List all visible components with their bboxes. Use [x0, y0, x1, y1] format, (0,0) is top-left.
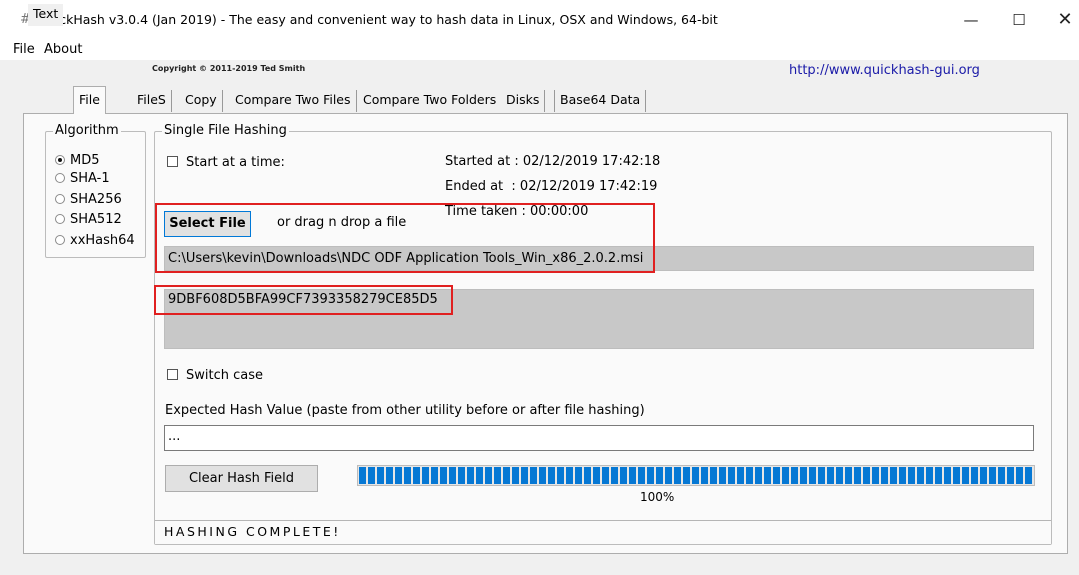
file-path-field[interactable]: C:\Users\kevin\Downloads\NDC ODF Applica… [164, 246, 1034, 271]
hash-result-field[interactable]: 9DBF608D5BFA99CF7393358279CE85D5 [164, 289, 1034, 349]
tab-compare-two-folders[interactable]: Compare Two Folders [358, 90, 503, 112]
copyright-text: Copyright © 2011-2019 Ted Smith [152, 64, 306, 73]
status-text: HASHING COMPLETE! [164, 524, 341, 539]
radio-unselected-icon[interactable] [55, 194, 65, 204]
clear-hash-field-button[interactable]: Clear Hash Field [165, 465, 318, 492]
ended-at-text: Ended at : 02/12/2019 17:42:19 [445, 179, 658, 194]
started-at-text: Started at : 02/12/2019 17:42:18 [445, 154, 661, 169]
radio-xxhash64[interactable]: xxHash64 [55, 233, 135, 249]
radio-label: xxHash64 [70, 233, 135, 248]
minimize-button[interactable]: — [956, 8, 986, 32]
radio-selected-icon[interactable] [55, 155, 65, 165]
menu-bar: File About [0, 40, 1079, 60]
progress-fill [359, 467, 1033, 484]
expected-hash-label: Expected Hash Value (paste from other ut… [165, 403, 645, 418]
start-at-time-checkbox[interactable]: Start at a time: [167, 155, 285, 170]
start-at-time-label: Start at a time: [186, 155, 285, 170]
checkbox-icon[interactable] [167, 156, 178, 167]
window-title: QuickHash v3.0.4 (Jan 2019) - The easy a… [38, 12, 718, 27]
title-bar: # QuickHash v3.0.4 (Jan 2019) - The easy… [0, 0, 1079, 40]
menu-file[interactable]: File [13, 42, 35, 57]
algorithm-legend: Algorithm [53, 123, 121, 138]
expected-hash-input[interactable]: ... [164, 425, 1034, 451]
progress-percent-label: 100% [640, 490, 675, 504]
radio-label: SHA256 [70, 192, 122, 207]
checkbox-icon[interactable] [167, 369, 178, 380]
tab-compare-two-files[interactable]: Compare Two Files [230, 90, 357, 112]
tab-text[interactable]: Text [28, 4, 64, 26]
radio-sha512[interactable]: SHA512 [55, 212, 122, 228]
progress-bar [357, 465, 1035, 486]
tab-disks[interactable]: Disks [501, 90, 546, 112]
tab-base64-data[interactable]: Base64 Data [554, 90, 647, 112]
time-taken-text: Time taken : 00:00:00 [445, 204, 589, 219]
tab-file[interactable]: File [73, 86, 106, 114]
radio-label: SHA512 [70, 212, 122, 227]
radio-label: SHA-1 [70, 171, 110, 186]
tab-files[interactable]: FileS [132, 90, 172, 112]
menu-about[interactable]: About [44, 42, 82, 57]
website-link[interactable]: http://www.quickhash-gui.org [789, 63, 980, 78]
select-file-button[interactable]: Select File [164, 211, 251, 237]
single-file-hashing-legend: Single File Hashing [162, 123, 289, 138]
radio-md5[interactable]: MD5 [55, 153, 100, 169]
radio-unselected-icon[interactable] [55, 214, 65, 224]
radio-unselected-icon[interactable] [55, 173, 65, 183]
switch-case-checkbox[interactable]: Switch case [167, 368, 263, 383]
maximize-button[interactable]: ☐ [1004, 8, 1034, 32]
radio-sha256[interactable]: SHA256 [55, 192, 122, 208]
radio-label: MD5 [70, 153, 100, 168]
drag-drop-text: or drag n drop a file [277, 215, 407, 230]
close-button[interactable]: ✕ [1050, 8, 1079, 32]
tab-copy[interactable]: Copy [180, 90, 223, 112]
radio-sha1[interactable]: SHA-1 [55, 171, 110, 187]
switch-case-label: Switch case [186, 368, 263, 383]
radio-unselected-icon[interactable] [55, 235, 65, 245]
